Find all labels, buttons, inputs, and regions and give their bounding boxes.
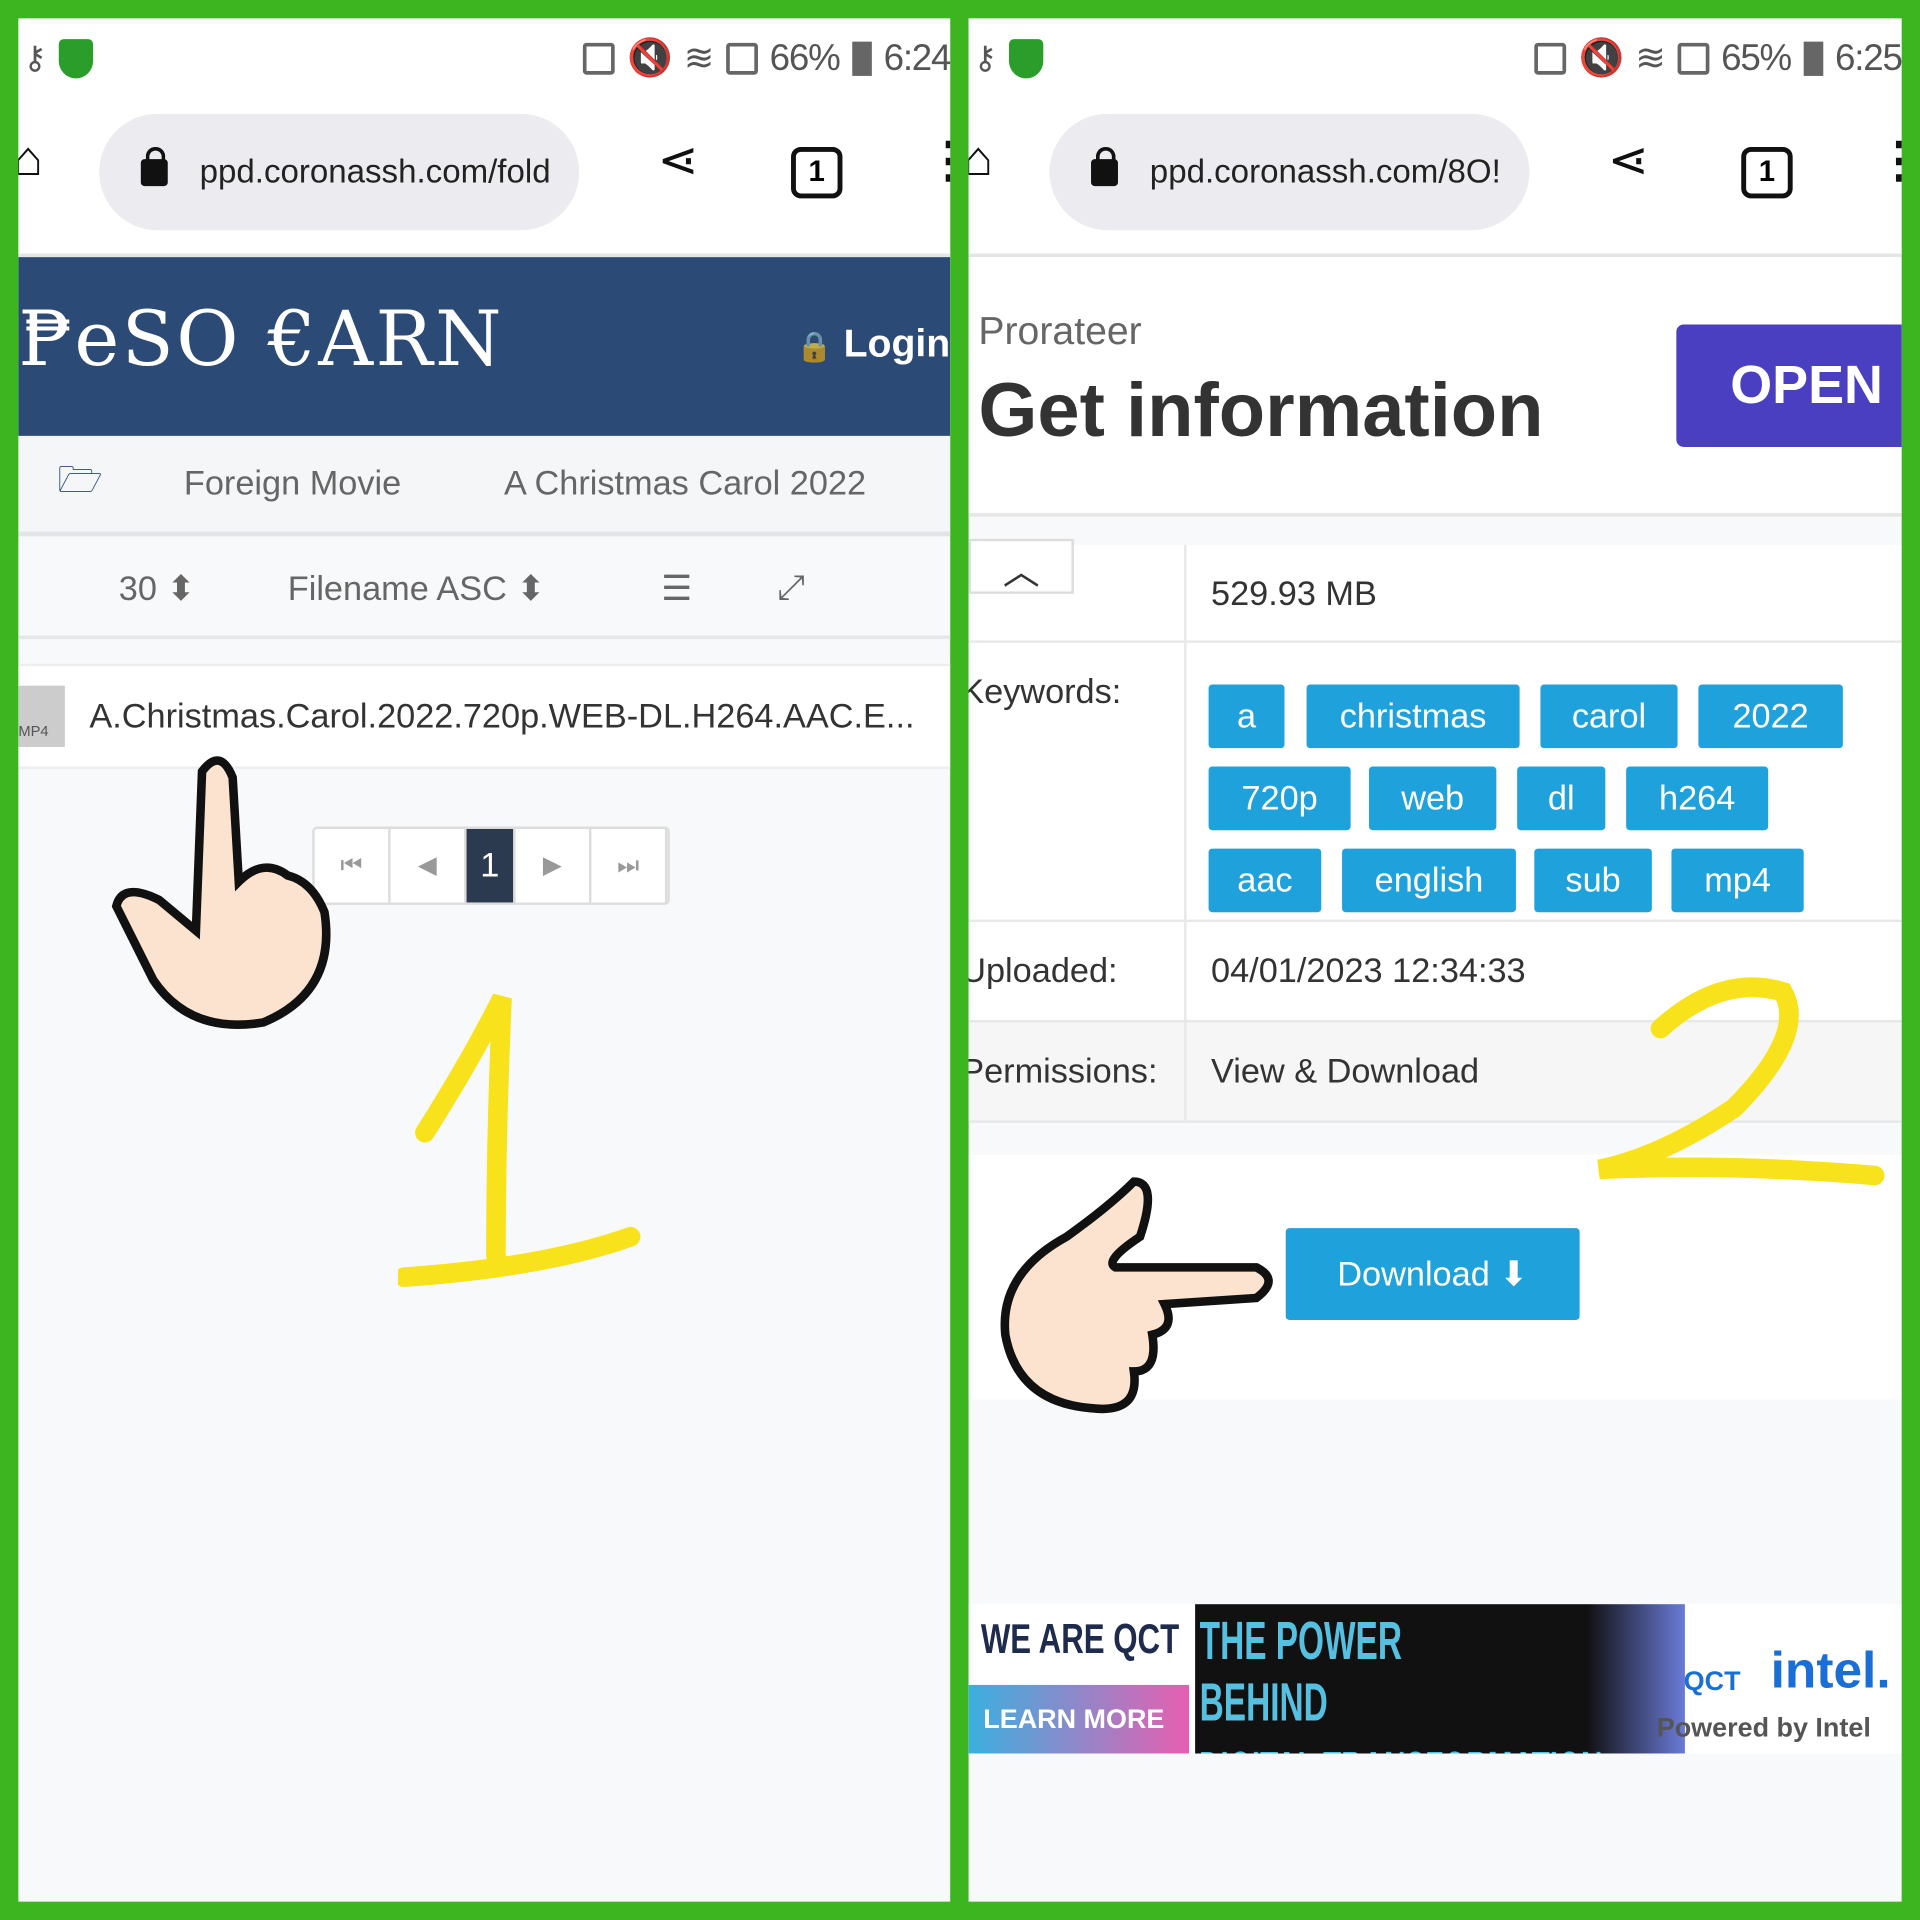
ad-open-button[interactable]: OPEN <box>1676 324 1902 447</box>
annotation-number-2 <box>1597 977 1885 1186</box>
lock-icon: 🔒 <box>796 330 833 364</box>
status-bar: ⚷ 🔇 ≋ 66% 6:24 <box>18 18 951 98</box>
learn-more-button[interactable]: LEARN MORE <box>968 1684 1189 1754</box>
login-link[interactable]: 🔒 Login <box>796 321 950 366</box>
lock-icon <box>140 146 168 186</box>
qct-logo: QCT <box>1683 1665 1741 1696</box>
list-toolbar: 30 ⬍ Filename ASC ⬍ ☰ ⤢ <box>18 541 951 640</box>
last-page-button[interactable]: ⏭ <box>591 828 668 903</box>
battery-icon <box>851 41 872 76</box>
uploaded-label: Uploaded: <box>968 951 1118 990</box>
cast-icon <box>582 42 615 75</box>
keyword-tag[interactable]: a <box>1208 684 1285 749</box>
banner-text: Powered by Intel <box>1656 1711 1871 1743</box>
ad-banner[interactable]: Prorateer Get information OPEN <box>968 257 1902 517</box>
qct-intel-banner[interactable]: WE ARE QCT LEARN MORE THE POWER BEHIND D… <box>968 1604 1902 1754</box>
expand-icon[interactable]: ⤢ <box>778 568 805 608</box>
share-icon[interactable]: ⋖ <box>658 132 699 188</box>
url-text: ppd.coronassh.com/8O! <box>1149 153 1501 190</box>
keyword-tag[interactable]: web <box>1368 766 1497 831</box>
size-row: ︿ 529.93 MB <box>968 538 1902 643</box>
keywords-label: Keywords: <box>968 672 1122 711</box>
mp4-file-icon: MP4 <box>18 685 65 747</box>
keyword-tag[interactable]: aac <box>1208 848 1322 913</box>
signal-icon <box>725 42 758 75</box>
ad-headline: Get information <box>978 368 1544 454</box>
banner-text: DIGITAL TRANSFORMATION <box>1195 1741 1602 1753</box>
keyword-tag[interactable]: mp4 <box>1671 848 1804 913</box>
file-name[interactable]: A.Christmas.Carol.2022.720p.WEB-DL.H264.… <box>89 697 914 736</box>
cast-icon <box>1534 42 1567 75</box>
battery-percent: 66% <box>769 37 841 78</box>
prev-page-button[interactable]: ◀ <box>391 828 467 903</box>
tab-switcher[interactable]: 1 <box>791 146 843 199</box>
vpn-shield-icon <box>1009 38 1044 78</box>
wifi-icon: ≋ <box>683 37 715 79</box>
vpn-shield-icon <box>58 38 94 78</box>
home-icon[interactable]: ⌂ <box>969 132 994 187</box>
url-text: ppd.coronassh.com/fold <box>199 153 551 190</box>
wifi-icon: ≋ <box>1635 37 1666 79</box>
menu-icon[interactable]: ⋮ <box>924 132 950 188</box>
breadcrumb-item[interactable]: Foreign Movie <box>184 464 401 503</box>
keyword-tag[interactable]: 2022 <box>1698 684 1843 749</box>
lock-icon <box>1091 146 1118 186</box>
pointing-hand-icon <box>1000 1177 1273 1414</box>
status-bar: ⚷ 🔇 ≋ 65% 6:25 <box>968 18 1902 98</box>
next-page-button[interactable]: ▶ <box>516 828 592 903</box>
keyword-tag[interactable]: sub <box>1534 848 1652 913</box>
folder-icon[interactable]: 🗁 <box>58 452 104 514</box>
collapse-icon[interactable]: ︿ <box>968 538 1074 594</box>
mute-icon: 🔇 <box>627 37 673 79</box>
intel-logo: intel. <box>1770 1640 1891 1699</box>
left-screenshot: ⚷ 🔇≋ 66% 6:24 ⌂ ppd.coronassh.com/fold ⋖ 1… <box>18 18 951 1902</box>
share-icon[interactable]: ⋖ <box>1608 132 1649 188</box>
pointing-hand-icon <box>111 756 331 1029</box>
clock: 6:25 <box>1835 37 1902 78</box>
keywords-row: Keywords: a christmas carol 2022 720p web dl h2… <box>968 642 1902 923</box>
keyword-tag[interactable]: carol <box>1540 684 1678 749</box>
banner-text: WE ARE QCT <box>980 1616 1180 1663</box>
list-view-icon[interactable]: ☰ <box>661 568 692 608</box>
browser-toolbar: ⌂ ppd.coronassh.com/8O! ⋖ 1 ⋮ <box>968 97 1902 258</box>
keyword-tag[interactable]: dl <box>1517 766 1606 831</box>
home-icon[interactable]: ⌂ <box>18 132 43 187</box>
address-bar[interactable]: ppd.coronassh.com/8O! <box>1049 113 1530 231</box>
key-icon: ⚷ <box>23 39 47 76</box>
right-screenshot: ⚷ 🔇 ≋ 65% 6:25 ⌂ ppd.coronassh.com/8O! ⋖ 1 … <box>968 18 1902 1902</box>
mute-icon: 🔇 <box>1578 37 1624 79</box>
signal-icon <box>1677 42 1709 75</box>
site-logo[interactable]: ₱eSO €ARN <box>18 294 504 383</box>
keyword-tag[interactable]: h264 <box>1626 766 1769 831</box>
tab-switcher[interactable]: 1 <box>1741 146 1793 199</box>
battery-icon <box>1803 41 1823 76</box>
address-bar[interactable]: ppd.coronassh.com/fold <box>99 113 580 231</box>
banner-text: THE POWER BEHIND <box>1199 1611 1402 1733</box>
menu-icon[interactable]: ⋮ <box>1875 132 1902 188</box>
key-icon: ⚷ <box>973 39 997 76</box>
clock: 6:24 <box>883 37 951 78</box>
download-button[interactable]: Download ⬇ <box>1285 1228 1580 1321</box>
keyword-tag[interactable]: christmas <box>1306 684 1520 749</box>
permissions-label: Permissions: <box>968 1051 1158 1090</box>
per-page-select[interactable]: 30 ⬍ <box>119 568 195 608</box>
uploaded-value: 04/01/2023 12:34:33 <box>1211 951 1526 990</box>
browser-toolbar: ⌂ ppd.coronassh.com/fold ⋖ 1 ⋮ <box>18 97 951 258</box>
page-button[interactable]: 1 <box>466 828 516 903</box>
keyword-tag[interactable]: 720p <box>1208 766 1351 831</box>
breadcrumb-item[interactable]: A Christmas Carol 2022 <box>504 464 866 503</box>
battery-percent: 65% <box>1721 37 1792 78</box>
sort-select[interactable]: Filename ASC ⬍ <box>288 568 545 608</box>
ad-brand: Prorateer <box>978 308 1142 353</box>
keyword-tag[interactable]: english <box>1342 848 1516 913</box>
annotation-number-1 <box>397 993 641 1287</box>
permissions-value: View & Download <box>1211 1051 1480 1090</box>
download-arrow-icon: ⬇ <box>1499 1255 1529 1294</box>
site-header: ₱eSO €ARN 🔒 Login <box>18 257 951 436</box>
size-value: 529.93 MB <box>1211 574 1377 613</box>
breadcrumb: 🗁 Foreign Movie A Christmas Carol 2022 <box>18 435 951 537</box>
